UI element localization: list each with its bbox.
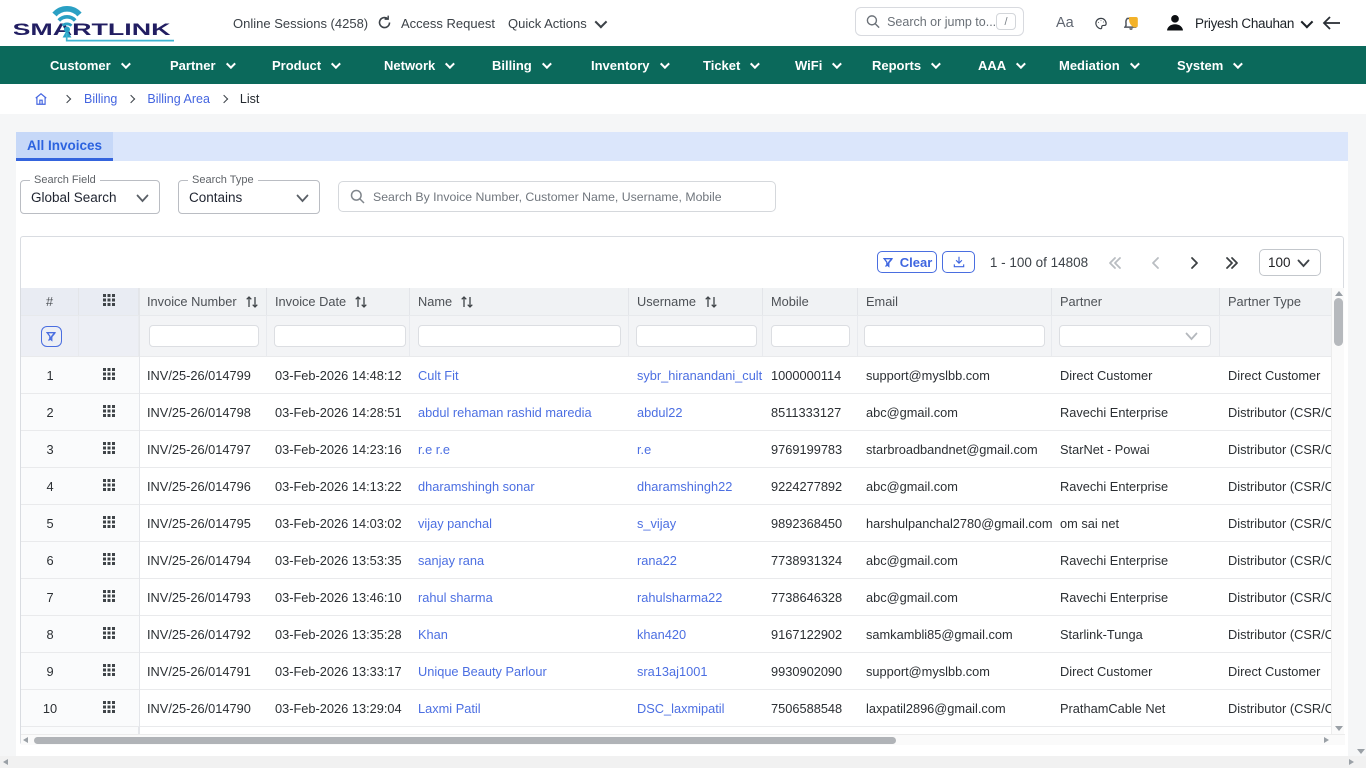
svg-text:SMARTLINK: SMARTLINK bbox=[14, 21, 171, 39]
